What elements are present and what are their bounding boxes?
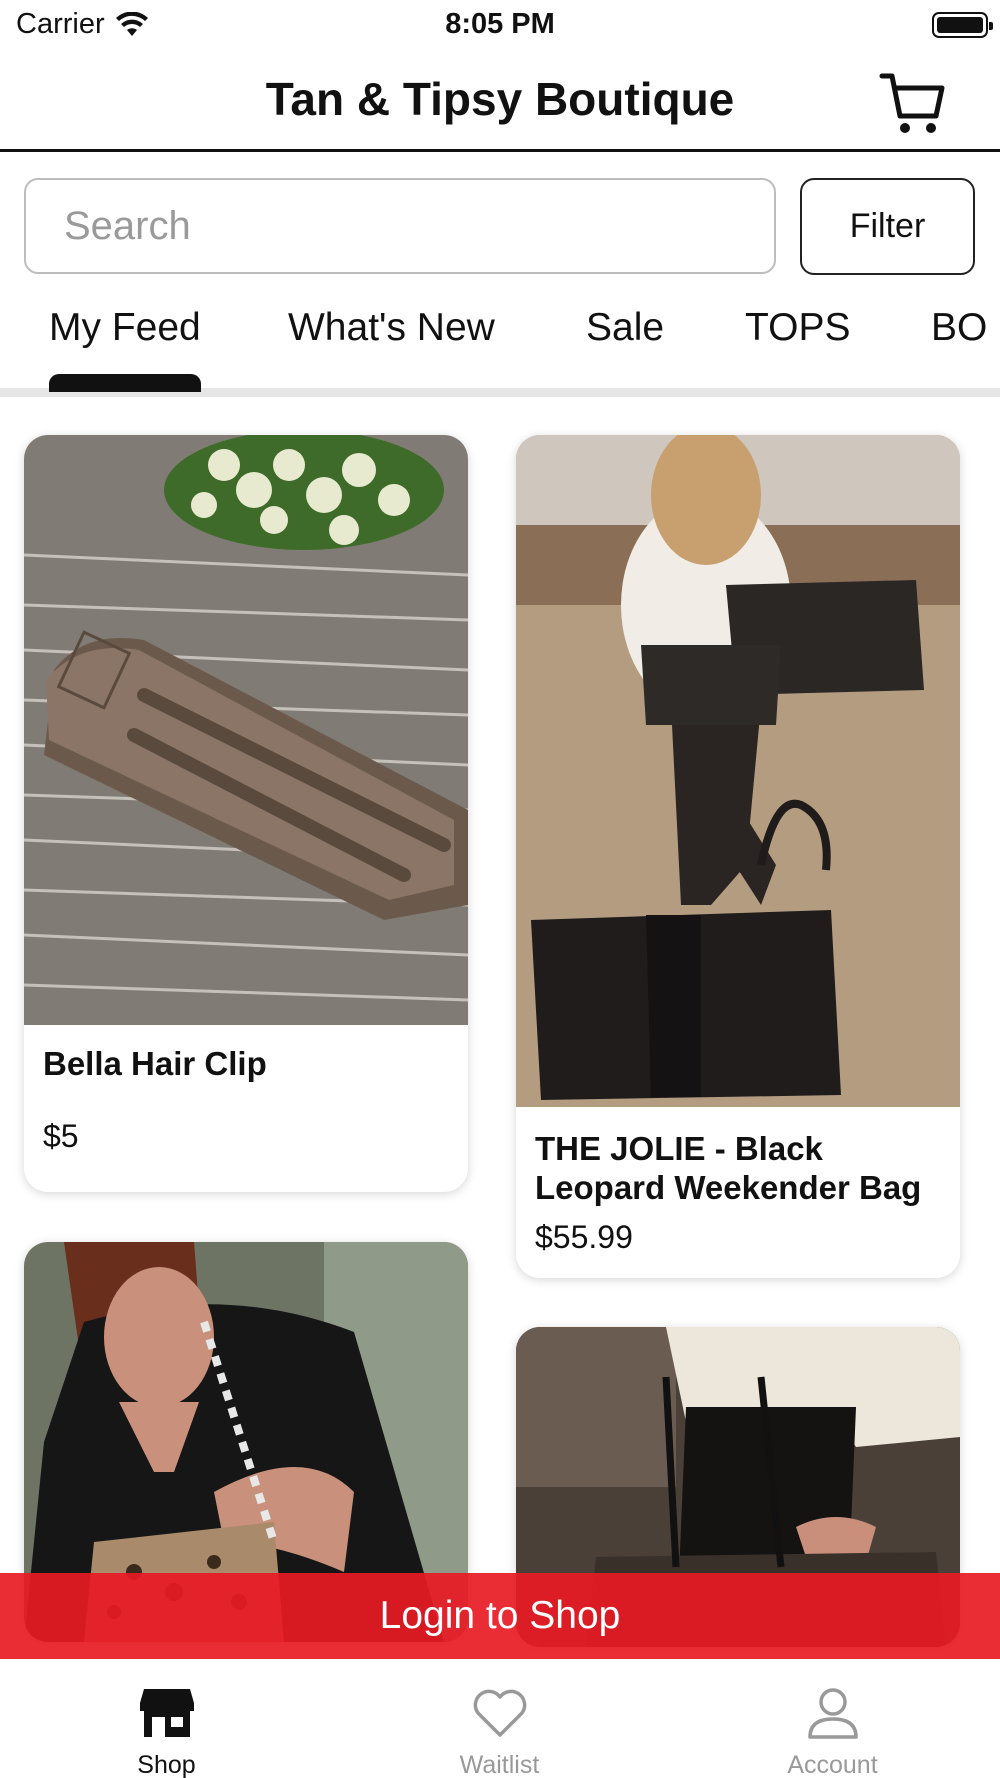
heart-icon (473, 1689, 526, 1737)
nav-account[interactable]: Account (666, 1659, 999, 1778)
storefront-icon (139, 1689, 194, 1737)
person-icon (807, 1688, 858, 1739)
tab-tops[interactable]: TOPS (745, 306, 850, 350)
cart-button[interactable] (878, 68, 948, 138)
status-time: 8:05 PM (445, 8, 555, 40)
nav-shop[interactable]: Shop (0, 1659, 333, 1778)
battery-icon (932, 12, 993, 38)
status-bar: Carrier 8:05 PM (0, 0, 1000, 50)
cart-icon (879, 73, 945, 133)
app-header: Tan & Tipsy Boutique (0, 52, 1000, 152)
nav-waitlist[interactable]: Waitlist (333, 1659, 666, 1778)
filter-button[interactable]: Filter (800, 178, 975, 275)
product-name: Bella Hair Clip (43, 1045, 267, 1082)
tab-bo[interactable]: BO (931, 306, 987, 350)
product-image (516, 435, 960, 1107)
nav-waitlist-label: Waitlist (459, 1751, 540, 1778)
tab-whats-new[interactable]: What's New (288, 306, 495, 350)
product-price: $5 (43, 1118, 79, 1154)
product-name: THE JOLIE - Black Leopard Weekender Bag (535, 1130, 922, 1206)
page-title: Tan & Tipsy Boutique (265, 73, 735, 125)
active-tab-indicator (49, 374, 201, 392)
product-card-the-jolie[interactable]: THE JOLIE - Black Leopard Weekender Bag … (516, 435, 960, 1278)
search-input[interactable] (24, 178, 776, 274)
product-price: $55.99 (535, 1219, 633, 1255)
tab-sale[interactable]: Sale (586, 306, 664, 350)
product-card-bella-hair-clip[interactable]: Bella Hair Clip $5 (24, 435, 468, 1192)
nav-account-label: Account (787, 1751, 878, 1778)
login-to-shop-button[interactable]: Login to Shop (0, 1573, 1000, 1659)
nav-shop-label: Shop (137, 1751, 196, 1778)
app-screen: Carrier 8:05 PM Tan & Tipsy Boutique Fil… (0, 0, 1000, 1778)
tab-my-feed[interactable]: My Feed (49, 306, 201, 350)
bottom-tab-bar: Shop Waitlist Account (0, 1659, 1000, 1778)
product-image (24, 435, 468, 1025)
